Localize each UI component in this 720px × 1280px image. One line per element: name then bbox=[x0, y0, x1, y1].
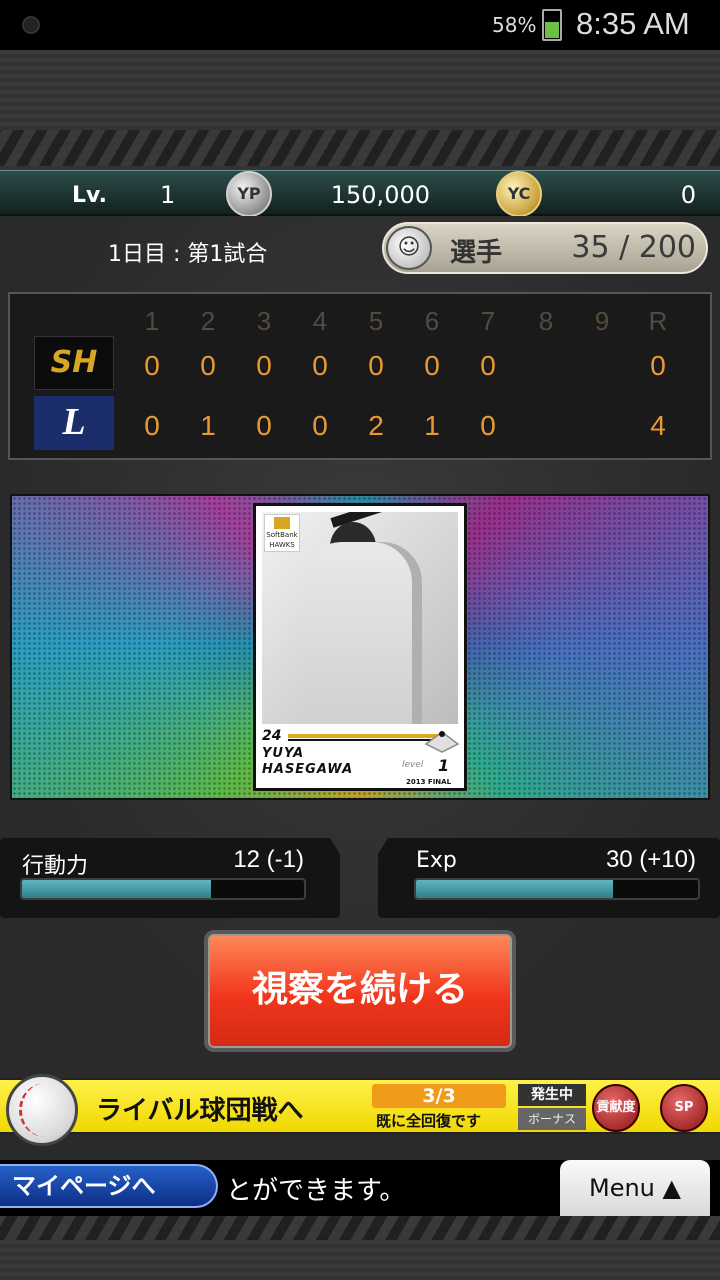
header-decor bbox=[0, 50, 720, 170]
score-cell: 0 bbox=[312, 410, 328, 441]
inning-header-4: 4 bbox=[312, 306, 328, 336]
player-info-bar: Lv. 1 YP 150,000 YC 0 bbox=[0, 170, 720, 217]
score-cell: 2 bbox=[368, 410, 384, 441]
player-card[interactable]: SoftBank HAWKS 24 YUYA HASEGAWA level 1 … bbox=[253, 503, 467, 791]
clock: 8:35 AM bbox=[576, 6, 690, 41]
news-ticker: とができます。 bbox=[226, 1176, 406, 1206]
card-last-name: HASEGAWA bbox=[262, 762, 354, 777]
inning-header-7: 7 bbox=[480, 306, 496, 336]
notification-icon bbox=[22, 16, 40, 34]
card-level-value: 1 bbox=[438, 756, 450, 775]
score-cell: 0 bbox=[144, 350, 160, 381]
hawks-logo-icon: SH bbox=[34, 336, 114, 390]
contribution-badge-icon: 貢献度 bbox=[592, 1084, 640, 1132]
continue-scouting-button[interactable]: 視察を続ける bbox=[204, 930, 516, 1052]
lions-logo-icon: L bbox=[34, 396, 114, 450]
inning-header-3: 3 bbox=[256, 306, 272, 336]
score-cell: 0 bbox=[312, 350, 328, 381]
banner-bonus-label: ボーナス bbox=[518, 1108, 586, 1130]
rival-team-banner[interactable]: ライバル球団戦へ 3/3 既に全回復です 発生中 ボーナス 貢献度 SP bbox=[0, 1074, 720, 1146]
player-label: 選手 bbox=[450, 238, 503, 268]
score-cell: 0 bbox=[256, 350, 272, 381]
sp-badge-icon: SP bbox=[660, 1084, 708, 1132]
inning-header-1: 1 bbox=[144, 306, 160, 336]
yp-value: 150,000 bbox=[330, 181, 430, 209]
banner-title: ライバル球団戦へ bbox=[96, 1096, 304, 1126]
action-power-panel: 行動力 12 (-1) bbox=[0, 838, 340, 918]
inning-header-8: 8 bbox=[538, 306, 554, 336]
score-cell: 0 bbox=[480, 350, 496, 381]
inning-header-10: R bbox=[648, 306, 668, 336]
smile-face-icon: ☺ bbox=[386, 226, 432, 270]
game-day-text: 1日目 : 第1試合 bbox=[108, 242, 268, 267]
battery-icon bbox=[542, 9, 562, 41]
score-cell: 0 bbox=[650, 350, 666, 381]
score-cell: 0 bbox=[144, 410, 160, 441]
player-count: 35 / 200 bbox=[571, 230, 696, 265]
action-power-label: 行動力 bbox=[22, 854, 89, 879]
exp-panel: Exp 30 (+10) bbox=[378, 838, 720, 918]
exp-label: Exp bbox=[416, 848, 457, 873]
card-level-label: level bbox=[402, 760, 424, 770]
score-cell: 0 bbox=[480, 410, 496, 441]
level-label: Lv. bbox=[72, 183, 107, 208]
exp-value: 30 (+10) bbox=[605, 846, 696, 873]
inning-header-9: 9 bbox=[594, 306, 610, 336]
card-first-name: YUYA bbox=[262, 746, 305, 761]
level-value: 1 bbox=[160, 181, 176, 209]
mypage-button[interactable]: マイページへ bbox=[0, 1164, 218, 1208]
score-cell: 0 bbox=[424, 350, 440, 381]
baseball-icon bbox=[6, 1074, 78, 1146]
action-power-value: 12 (-1) bbox=[233, 846, 304, 873]
score-cell: 0 bbox=[368, 350, 384, 381]
score-cell: 1 bbox=[200, 410, 216, 441]
player-count-button[interactable]: ☺ 選手 35 / 200 bbox=[382, 222, 708, 274]
action-power-bar bbox=[20, 878, 306, 900]
score-cell: 4 bbox=[650, 410, 666, 441]
banner-count: 3/3 bbox=[372, 1084, 506, 1108]
inning-header-5: 5 bbox=[368, 306, 384, 336]
inning-header-2: 2 bbox=[200, 306, 216, 336]
battery-percent: 58% bbox=[492, 13, 537, 37]
inning-header-6: 6 bbox=[424, 306, 440, 336]
yc-value: 0 bbox=[680, 181, 696, 209]
banner-status-label: 発生中 bbox=[518, 1084, 586, 1106]
team-logo-icon: SoftBank HAWKS bbox=[264, 514, 300, 552]
score-cell: 0 bbox=[200, 350, 216, 381]
banner-subtext: 既に全回復です bbox=[376, 1112, 482, 1130]
score-cell: 0 bbox=[256, 410, 272, 441]
footer-decor bbox=[0, 1216, 720, 1280]
score-cell: 1 bbox=[424, 410, 440, 441]
position-field-icon bbox=[424, 731, 460, 753]
card-number: 24 bbox=[262, 728, 282, 744]
yp-coin-icon: YP bbox=[226, 171, 272, 217]
menu-button[interactable]: Menu ▲ bbox=[560, 1160, 710, 1216]
scoreboard: SH L 1 2 3 4 5 6 7 8 9 R 0 0 0 0 0 0 0 0 0 1 0 0 2 1 0 4 bbox=[8, 292, 712, 460]
status-bar: 58% 8:35 AM bbox=[0, 0, 720, 50]
yc-coin-icon: YC bbox=[496, 171, 542, 217]
card-footer: 2013 FINAL bbox=[406, 778, 452, 786]
exp-bar bbox=[414, 878, 700, 900]
